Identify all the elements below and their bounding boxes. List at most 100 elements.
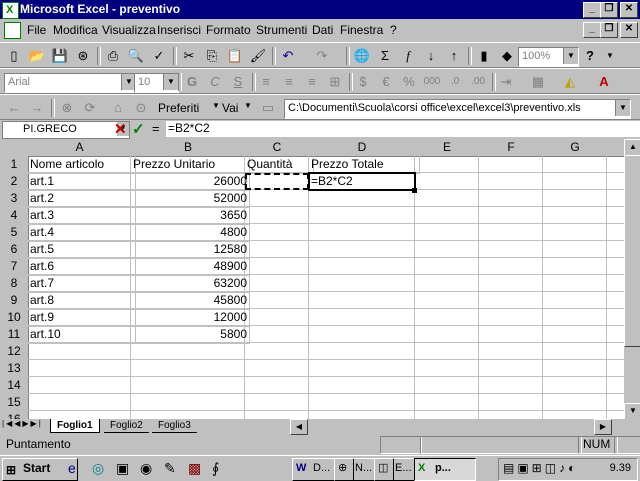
sort-ascending-icon[interactable]: ↓ (421, 46, 441, 66)
doc-restore-icon[interactable]: ❐ (600, 22, 618, 38)
cell-b5[interactable]: 4800 (131, 224, 250, 242)
minimize-icon[interactable]: _ (583, 2, 601, 18)
cell-b2[interactable]: 26000 (131, 173, 250, 191)
chevron-down-icon[interactable]: ▼ (244, 101, 252, 110)
desktop-icon[interactable]: ▣ (116, 460, 129, 477)
chevron-down-icon[interactable]: ▼ (212, 101, 220, 110)
spelling-icon[interactable]: ✓ (149, 46, 169, 66)
percent-icon[interactable]: % (399, 72, 419, 92)
new-icon[interactable]: ▯ (4, 46, 24, 66)
cut-icon[interactable]: ✂ (179, 46, 199, 66)
currency-icon[interactable]: $ (353, 72, 373, 92)
cell-a8[interactable]: art.7 (28, 275, 136, 293)
goto-menu[interactable]: Vai (222, 101, 238, 115)
row-header[interactable]: 13 (0, 360, 29, 378)
thousands-icon[interactable]: 000 (422, 72, 442, 92)
chevron-down-icon[interactable]: ▼ (163, 74, 178, 90)
menu-inserisci[interactable]: Inserisci (157, 23, 201, 37)
help-icon[interactable]: ? (580, 46, 600, 66)
sort-descending-icon[interactable]: ↑ (444, 46, 464, 66)
horizontal-scrollbar[interactable]: ◀ ▶ (290, 419, 612, 435)
cell-a5[interactable]: art.4 (28, 224, 136, 242)
format-painter-icon[interactable]: 🖌 (248, 46, 268, 66)
save-icon[interactable]: 💾 (50, 46, 70, 66)
cell-a10[interactable]: art.9 (28, 309, 136, 327)
doc-close-icon[interactable]: ✕ (620, 22, 638, 38)
doc-minimize-icon[interactable]: _ (583, 22, 601, 38)
hyperlink-icon[interactable]: 🌐 (352, 46, 372, 66)
decrease-decimal-icon[interactable]: .00 (468, 72, 488, 92)
worksheet-grid[interactable]: A B C D E F G 1 2 3 4 5 6 7 8 9 10 11 12… (0, 139, 624, 419)
scroll-left-icon[interactable]: ◀ (290, 419, 308, 435)
back-icon[interactable]: ← (4, 98, 24, 118)
home-icon[interactable]: ⌂ (108, 98, 128, 118)
active-cell-d2[interactable]: =B2*C2 (308, 172, 416, 191)
menu-finestra[interactable]: Finestra (340, 23, 383, 37)
equals-icon[interactable]: = (152, 121, 160, 136)
fill-color-icon[interactable]: ◭ (560, 72, 580, 92)
menu-dati[interactable]: Dati (312, 23, 333, 37)
formula-input[interactable]: =B2*C2 (166, 121, 640, 137)
notepad-icon[interactable]: ✎ (164, 460, 176, 477)
cell-b10[interactable]: 12000 (131, 309, 250, 327)
vertical-scrollbar[interactable]: ▲ ▼ (624, 139, 640, 421)
fill-handle[interactable] (412, 188, 417, 193)
quicklaunch-icon[interactable]: ∮ (212, 460, 219, 477)
row-header[interactable]: 8 (0, 275, 29, 293)
print-preview-icon[interactable]: 🔍 (126, 46, 146, 66)
forward-icon[interactable]: → (27, 98, 47, 118)
workbook-icon[interactable] (4, 22, 21, 39)
font-combo[interactable]: Arial ▼ (4, 73, 137, 93)
undo-icon[interactable]: ↶ (278, 46, 298, 66)
menu-modifica[interactable]: Modifica (53, 23, 98, 37)
tab-scroll-icon[interactable]: |◀◀▶▶| (2, 419, 43, 428)
cell-a2[interactable]: art.1 (28, 173, 136, 191)
cell-b9[interactable]: 45800 (131, 292, 250, 310)
menu-strumenti[interactable]: Strumenti (256, 23, 307, 37)
chevron-down-icon[interactable]: ▼ (615, 100, 630, 116)
autosum-icon[interactable]: Σ (375, 46, 395, 66)
search-web-icon[interactable]: ⊙ (131, 98, 151, 118)
indent-icon[interactable]: ⇥ (496, 72, 516, 92)
align-right-icon[interactable]: ≡ (302, 72, 322, 92)
row-header[interactable]: 11 (0, 326, 29, 344)
taskbar-item-active[interactable]: Xp... (414, 458, 476, 481)
row-header[interactable]: 6 (0, 241, 29, 259)
column-header-b[interactable]: B (131, 139, 246, 157)
cell-a7[interactable]: art.6 (28, 258, 136, 276)
menu-formato[interactable]: Formato (206, 23, 251, 37)
column-header-a[interactable]: A (28, 139, 132, 157)
name-box[interactable]: PI.GRECO ▼ (2, 121, 130, 139)
row-header[interactable]: 9 (0, 292, 29, 310)
cell-a3[interactable]: art.2 (28, 190, 136, 208)
column-header-e[interactable]: E (415, 139, 480, 157)
refresh-icon[interactable]: ⟳ (80, 98, 100, 118)
restore-icon[interactable]: ❐ (600, 2, 618, 18)
drawing-icon[interactable]: ◆ (497, 46, 517, 66)
print-icon[interactable]: ⎙ (103, 46, 123, 66)
cell-b3[interactable]: 52000 (131, 190, 250, 208)
menu-visualizza[interactable]: Visualizza (102, 23, 156, 37)
menu-help[interactable]: ? (390, 23, 397, 37)
open-icon[interactable]: 📂 (27, 46, 47, 66)
select-all-corner[interactable] (0, 139, 29, 157)
font-size-combo[interactable]: 10 ▼ (134, 73, 179, 93)
tab-foglio3[interactable]: Foglio3 (152, 419, 197, 433)
row-header[interactable]: 16 (0, 411, 29, 419)
close-icon[interactable]: ✕ (620, 2, 638, 18)
outlook-icon[interactable]: ◎ (92, 460, 104, 477)
cell-b11[interactable]: 5800 (131, 326, 250, 344)
cell-c1[interactable]: Quantità (245, 156, 314, 174)
chevron-down-icon[interactable]: ▼ (563, 48, 578, 64)
zoom-combo[interactable]: 100% ▼ (518, 47, 579, 67)
toolbar-options-icon[interactable]: ▼ (600, 46, 620, 66)
row-header[interactable]: 3 (0, 190, 29, 208)
cell-a11[interactable]: art.10 (28, 326, 136, 344)
merge-center-icon[interactable]: ⊞ (325, 72, 345, 92)
row-header[interactable]: 7 (0, 258, 29, 276)
font-color-icon[interactable]: A (594, 72, 614, 92)
row-header[interactable]: 14 (0, 377, 29, 395)
show-toolbar-icon[interactable]: ▭ (258, 98, 278, 118)
web-publish-icon[interactable]: ⊛ (73, 46, 93, 66)
cell-b6[interactable]: 12580 (131, 241, 250, 259)
